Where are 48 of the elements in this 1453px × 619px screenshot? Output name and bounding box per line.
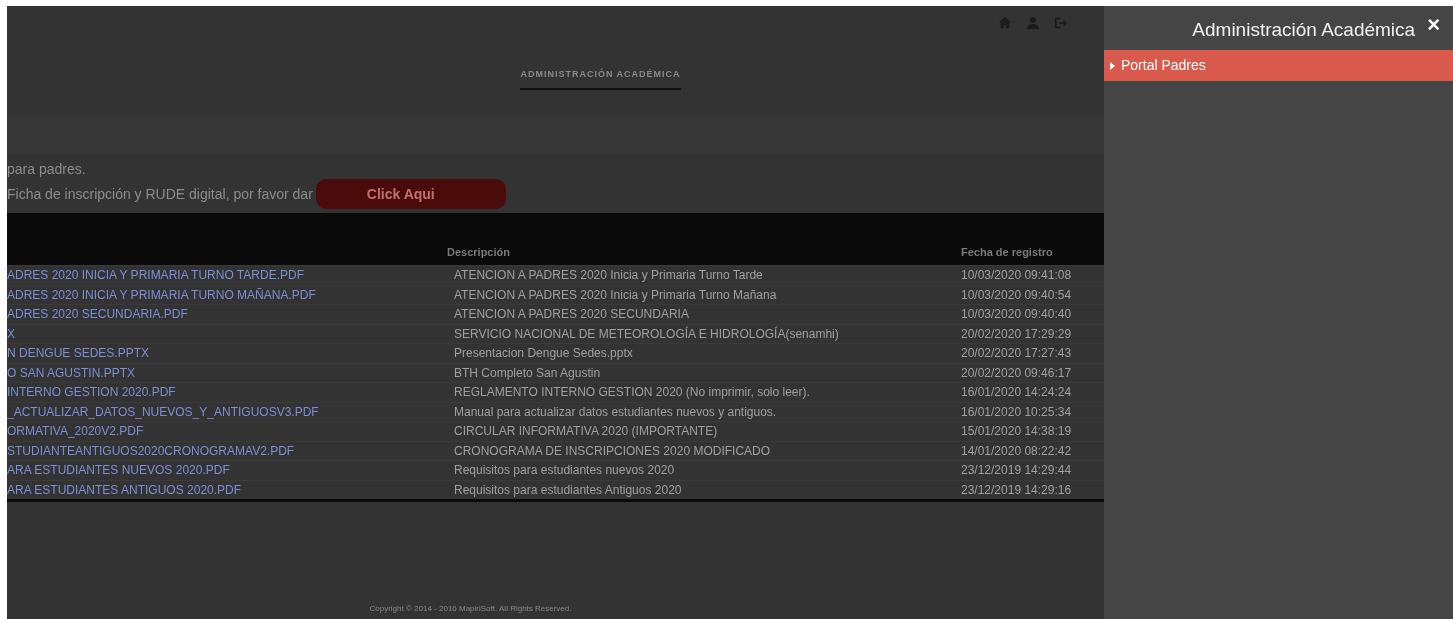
file-link[interactable]: ARA ESTUDIANTES ANTIGUOS 2020.PDF — [7, 480, 437, 499]
table-cell-text: 16/01/2020 10:25:34 — [960, 403, 1072, 421]
notice-text: para padres. — [7, 160, 87, 179]
table-cell-text: Requisitos para estudiantes Antiguos 2020 — [453, 481, 683, 499]
panel-title: Administración Académica — [1191, 18, 1417, 42]
table-cell-text: ATENCION A PADRES 2020 Inicia y Primaria Turno Mañana — [453, 286, 778, 304]
table-cell-text: Manual para actualizar datos estudiantes nuevos y antiguos. — [453, 403, 778, 421]
menu-item[interactable]: Portal Padres — [1104, 50, 1453, 81]
table-cell-text: ATENCION A PADRES 2020 Inicia y Primaria Turno Tarde — [453, 267, 764, 285]
table-cell-text: CRONOGRAMA DE INSCRIPCIONES 2020 MODIFICADO — [453, 442, 772, 460]
table-cell-text: 16/01/2020 14:24:24 — [960, 384, 1072, 402]
file-link[interactable]: _ACTUALIZAR_DATOS_NUEVOS_Y_ANTIGUOSV3.PDF — [7, 402, 437, 421]
nav-tab[interactable]: ADMINISTRACIÓN ACADÉMICA — [520, 68, 681, 90]
table-cell-text: Requisitos para estudiantes nuevos 2020 — [453, 462, 676, 480]
close-button[interactable]: × — [1427, 16, 1453, 34]
table-cell-text: 10/03/2020 09:40:40 — [960, 306, 1072, 324]
table-cell-text: 10/03/2020 09:40:54 — [960, 286, 1072, 304]
table-cell-text: BTH Completo San Agustin — [453, 364, 602, 382]
user-icon[interactable] — [1026, 16, 1040, 30]
click-here-button[interactable]: Click Aqui — [315, 179, 506, 209]
file-link[interactable]: N DENGUE SEDES.PPTX — [7, 344, 437, 363]
file-link[interactable]: ADRES 2020 INICIA Y PRIMARIA TURNO MAÑANA.PDF — [7, 285, 437, 304]
table-cell-text: SERVICIO NACIONAL DE METEOROLOGÍA E HIDROLOGÍA(senamhi) — [453, 325, 840, 343]
file-link[interactable]: STUDIANTEANTIGUOS2020CRONOGRAMAV2.PDF — [7, 441, 437, 460]
copyright-text: Copyright © 2014 - 2016 MapiriSoft. All Rights Reserved. — [369, 603, 572, 615]
table-cell-text: 20/02/2020 17:29:29 — [960, 325, 1072, 343]
table-cell-text: Presentacion Dengue Sedes.pptx — [453, 345, 634, 363]
table-cell-text: 20/02/2020 17:27:43 — [960, 345, 1072, 363]
file-link[interactable]: INTERNO GESTION 2020.PDF — [7, 383, 437, 402]
table-cell-text: 10/03/2020 09:41:08 — [960, 267, 1072, 285]
table-cell-text: 23/12/2019 14:29:16 — [960, 481, 1072, 499]
file-link[interactable]: ADRES 2020 SECUNDARIA.PDF — [7, 305, 437, 324]
file-link[interactable]: O SAN AGUSTIN.PPTX — [7, 363, 437, 382]
table-cell-text: ATENCION A PADRES 2020 SECUNDARIA — [453, 306, 690, 324]
table-cell-text: 23/12/2019 14:29:44 — [960, 462, 1072, 480]
caret-icon — [1110, 61, 1115, 70]
file-link[interactable]: X — [7, 324, 437, 343]
table-cell-text: 15/01/2020 14:38:19 — [960, 423, 1072, 441]
table-cell-text: CIRCULAR INFORMATIVA 2020 (IMPORTANTE) — [453, 423, 719, 441]
notice-text: Ficha de inscripción y RUDE digital, por favor dar — [7, 184, 313, 204]
column-header: Descripción — [446, 244, 511, 260]
file-link[interactable]: ORMATIVA_2020V2.PDF — [7, 422, 437, 441]
file-link[interactable]: ARA ESTUDIANTES NUEVOS 2020.PDF — [7, 461, 437, 480]
file-link[interactable]: ADRES 2020 INICIA Y PRIMARIA TURNO TARDE.PDF — [7, 266, 437, 285]
table-cell-text: 20/02/2020 09:46:17 — [960, 364, 1072, 382]
table-cell-text: 14/01/2020 08:22:42 — [960, 442, 1072, 460]
table-cell-text: REGLAMENTO INTERNO GESTION 2020 (No imprimir, solo leer). — [453, 384, 811, 402]
column-header: Fecha de registro — [960, 244, 1053, 260]
